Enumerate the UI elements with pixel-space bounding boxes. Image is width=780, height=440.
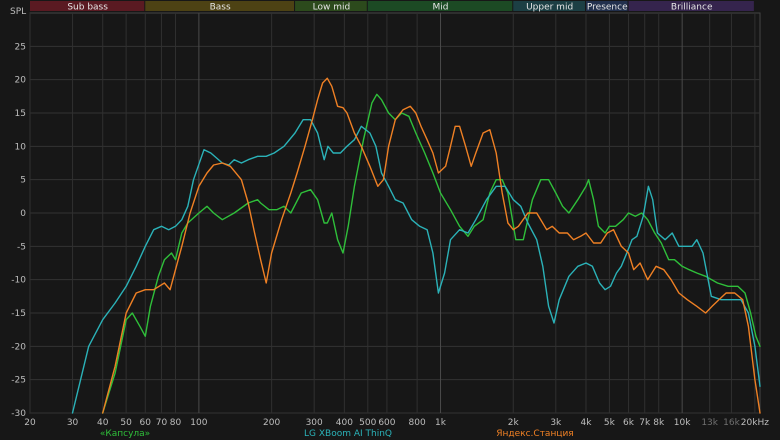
y-axis-label: SPL bbox=[10, 7, 26, 17]
legend-entry: LG XBoom AI ThinQ bbox=[304, 429, 392, 439]
frequency-response-chart: Sub bass Bass Low mid Mid Upper mid Presence B… bbox=[0, 0, 780, 440]
x-tick-label: 7k bbox=[639, 418, 651, 428]
x-tick-label: 4k bbox=[581, 418, 593, 428]
band-label: Mid bbox=[433, 3, 449, 13]
x-tick-label: 300 bbox=[306, 418, 323, 428]
x-tick-label: 40 bbox=[97, 418, 109, 428]
band-label: Sub bass bbox=[67, 3, 108, 13]
x-tick-label: 100 bbox=[190, 418, 207, 428]
x-tick-label: 500 bbox=[359, 418, 376, 428]
x-tick-label: 30 bbox=[67, 418, 79, 428]
x-tick-label: 1k bbox=[435, 418, 447, 428]
x-tick-label: 3k bbox=[550, 418, 562, 428]
y-tick-label: 0 bbox=[20, 209, 26, 219]
x-tick-label: 13k bbox=[701, 418, 718, 428]
y-tick-label: -5 bbox=[17, 242, 26, 252]
x-tick-label: 80 bbox=[170, 418, 182, 428]
y-tick-label: -10 bbox=[11, 276, 26, 286]
x-tick-label: 20kHz bbox=[741, 418, 769, 428]
x-tick-label: 800 bbox=[409, 418, 426, 428]
x-tick-label: 200 bbox=[263, 418, 280, 428]
band-label: Upper mid bbox=[526, 3, 573, 13]
x-tick-label: 600 bbox=[378, 418, 395, 428]
band-label: Low mid bbox=[313, 3, 351, 13]
y-tick-label: 20 bbox=[15, 76, 27, 86]
x-tick-label: 70 bbox=[156, 418, 168, 428]
x-tick-label: 400 bbox=[336, 418, 353, 428]
y-tick-label: -20 bbox=[11, 342, 26, 352]
y-tick-label: -15 bbox=[11, 309, 26, 319]
x-tick-label: 16k bbox=[723, 418, 740, 428]
legend-entry: «Капсула» bbox=[100, 429, 150, 439]
band-label: Presence bbox=[587, 3, 628, 13]
band-label: Bass bbox=[210, 3, 231, 13]
y-tick-label: 5 bbox=[20, 176, 26, 186]
x-tick-label: 10k bbox=[674, 418, 691, 428]
y-tick-label: 25 bbox=[15, 42, 26, 52]
x-tick-label: 2k bbox=[508, 418, 520, 428]
y-tick-label: -25 bbox=[11, 376, 26, 386]
x-tick-label: 5k bbox=[604, 418, 616, 428]
x-tick-label: 6k bbox=[623, 418, 635, 428]
y-tick-label: 10 bbox=[15, 142, 27, 152]
x-tick-label: 8k bbox=[653, 418, 665, 428]
band-label: Brilliance bbox=[671, 3, 713, 13]
legend-entry: Яндекс.Станция bbox=[496, 429, 573, 439]
frequency-bands: Sub bass Bass Low mid Mid Upper mid Presence B… bbox=[30, 1, 754, 13]
x-tick-label: 60 bbox=[140, 418, 152, 428]
chart-background bbox=[0, 0, 780, 440]
y-tick-label: 15 bbox=[15, 109, 26, 119]
x-tick-label: 20 bbox=[24, 418, 36, 428]
x-tick-label: 50 bbox=[120, 418, 132, 428]
